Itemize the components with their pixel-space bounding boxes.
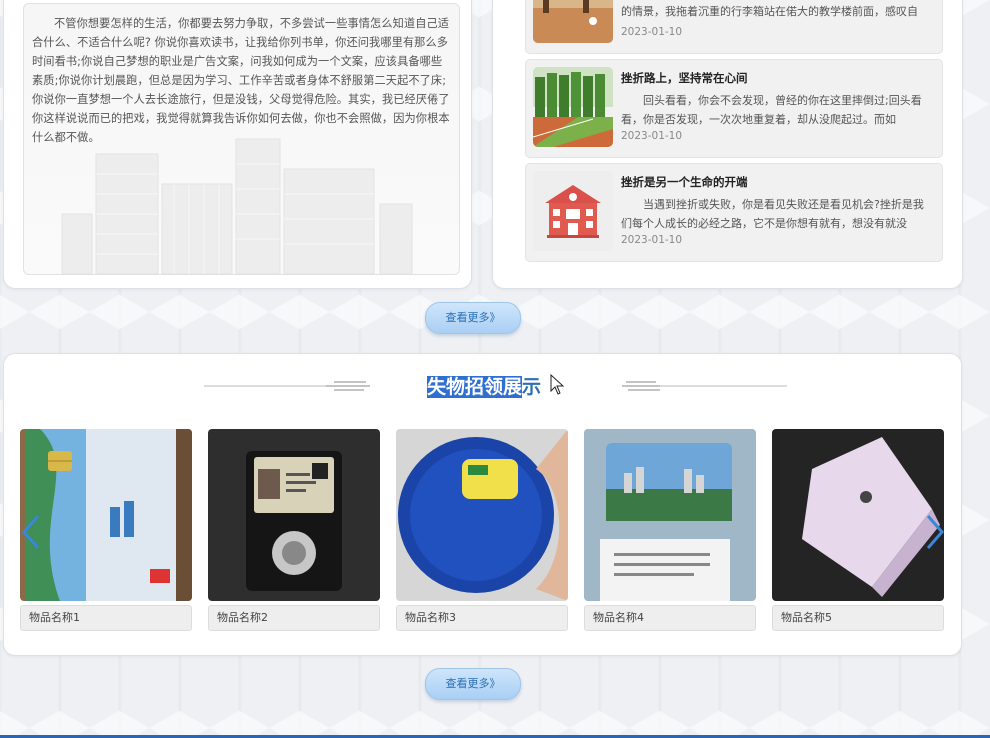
news-item[interactable]: 的情景，我拖着沉重的行李箱站在偌大的教学楼前面，感叹自 2023-01-10 [525,0,943,54]
news-item[interactable]: 挫折是另一个生命的开端 当遇到挫折或失败，你是看见失败还是看见机会?挫折是我们每… [525,163,943,262]
badge-wallet-photo-icon [208,429,380,601]
item-photo[interactable] [772,429,944,601]
carousel-prev-icon[interactable] [20,512,44,552]
key-case-photo-icon [772,429,944,601]
news-date: 2023-01-10 [621,130,683,142]
essay-text: 不管你想要怎样的生活，你都要去努力争取，不多尝试一些事情怎么知道自己适合什么、不… [32,17,450,144]
lost-item-card[interactable]: 物品名称1 [20,429,192,631]
item-photo[interactable] [396,429,568,601]
news-thumbnail [533,0,613,43]
lost-item-card[interactable]: 物品名称5 [772,429,944,631]
news-summary: 的情景，我拖着沉重的行李箱站在偌大的教学楼前面，感叹自 [621,5,918,18]
lost-item-card[interactable]: 物品名称4 [584,429,756,631]
carousel-next-icon[interactable] [922,512,946,552]
item-name[interactable]: 物品名称3 [396,605,568,631]
transit-card-photo-icon [584,429,756,601]
lost-found-panel: 失物招领展示 物品名称1 物品名称2 物品名称3 物品名称4 物品名称5 [3,353,962,656]
section-title-selected: 失物招领展 [427,376,523,398]
lost-item-card[interactable]: 物品名称2 [208,429,380,631]
school-building-icon [533,171,613,251]
mouse-cursor-icon [550,374,565,395]
section-title: 失物招领展示 [427,372,541,399]
cd-player-photo-icon [396,429,568,601]
essay-panel: 不管你想要怎样的生活，你都要去努力争取，不多尝试一些事情怎么知道自己适合什么、不… [3,0,472,289]
item-name[interactable]: 物品名称4 [584,605,756,631]
news-title[interactable]: 挫折是另一个生命的开端 [621,174,748,190]
news-summary: 当遇到挫折或失败，你是看见失败还是看见机会?挫折是我们每个人成长的必经之路，它不… [621,198,924,230]
item-photo[interactable] [20,429,192,601]
running-track-photo-icon [533,67,613,147]
lost-item-card[interactable]: 物品名称3 [396,429,568,631]
title-decoration-right [622,381,787,391]
campus-tree-photo-icon [533,0,613,43]
news-title[interactable]: 挫折路上，坚持常在心间 [621,70,748,86]
item-photo[interactable] [208,429,380,601]
title-decoration-left [204,381,370,391]
news-summary: 回头看看，你会不会发现，曾经的你在这里摔倒过;回头看看，你是否发现，一次次地重复… [621,94,922,126]
view-more-button[interactable]: 查看更多》 [425,668,521,700]
item-name[interactable]: 物品名称2 [208,605,380,631]
news-date: 2023-01-10 [621,26,683,38]
item-name[interactable]: 物品名称1 [20,605,192,631]
news-panel: 的情景，我拖着沉重的行李箱站在偌大的教学楼前面，感叹自 2023-01-10 挫… [492,0,963,289]
view-more-button[interactable]: 查看更多》 [425,302,521,334]
item-name[interactable]: 物品名称5 [772,605,944,631]
item-photo[interactable] [584,429,756,601]
news-thumbnail [533,67,613,147]
news-item[interactable]: 挫折路上，坚持常在心间 回头看看，你会不会发现，曾经的你在这里摔倒过;回头看看，… [525,59,943,158]
news-date: 2023-01-10 [621,234,683,246]
news-thumbnail [533,171,613,251]
essay-card: 不管你想要怎样的生活，你都要去努力争取，不多尝试一些事情怎么知道自己适合什么、不… [23,3,460,275]
bank-card-photo-icon [20,429,192,601]
section-title-rest: 示 [522,376,542,398]
